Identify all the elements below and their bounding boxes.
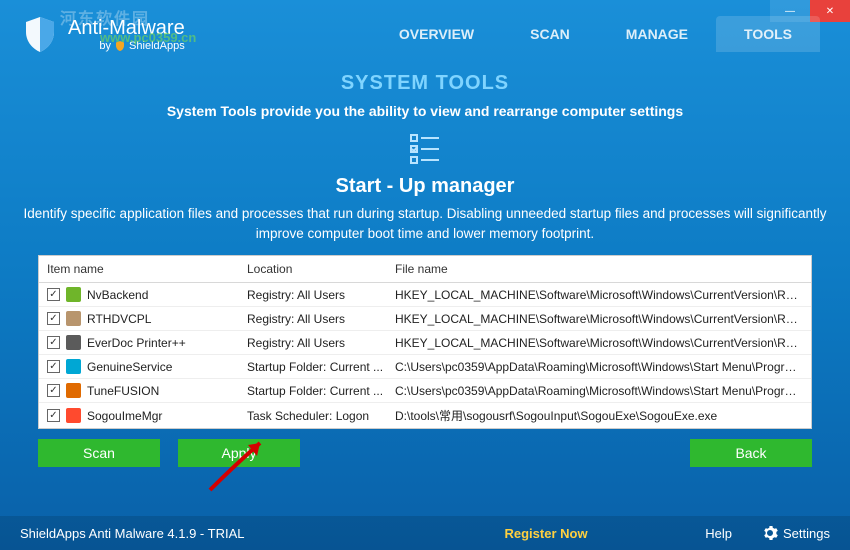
table-row[interactable]: ✓ RTHDVCPL Registry: All UsersHKEY_LOCAL_M… (39, 307, 811, 331)
item-location: Registry: All Users (247, 336, 395, 350)
app-icon (66, 287, 81, 302)
item-file: HKEY_LOCAL_MACHINE\Software\Microsoft\Wi… (395, 336, 803, 350)
item-file: D:\tools\常用\sogousrf\SogouInput\SogouExe… (395, 407, 803, 424)
checkbox[interactable]: ✓ (47, 312, 60, 325)
item-name: RTHDVCPL (87, 312, 151, 326)
checkbox[interactable]: ✓ (47, 288, 60, 301)
checklist-icon (407, 131, 443, 167)
item-name: TuneFUSION (87, 384, 159, 398)
tab-tools[interactable]: TOOLS (716, 16, 820, 52)
scan-button[interactable]: Scan (38, 439, 160, 467)
section-title: SYSTEM TOOLS (0, 72, 850, 95)
col-file-name[interactable]: File name (395, 262, 803, 276)
tab-manage[interactable]: MANAGE (598, 16, 716, 52)
checkbox[interactable]: ✓ (47, 384, 60, 397)
app-icon (66, 408, 81, 423)
item-name: GenuineService (87, 360, 172, 374)
feature-title: Start - Up manager (0, 175, 850, 198)
site-watermark: 河东软件园 (60, 5, 150, 29)
checkbox[interactable]: ✓ (47, 409, 60, 422)
help-link[interactable]: Help (705, 526, 732, 541)
section-subtitle: System Tools provide you the ability to … (0, 103, 850, 119)
item-file: HKEY_LOCAL_MACHINE\Software\Microsoft\Wi… (395, 312, 803, 326)
table-row[interactable]: ✓ EverDoc Printer++ Registry: All UsersHKE… (39, 331, 811, 355)
site-watermark-url: www.pc0359.cn (100, 30, 196, 45)
item-file: C:\Users\pc0359\AppData\Roaming\Microsof… (395, 360, 803, 374)
checkbox[interactable]: ✓ (47, 336, 60, 349)
table-row[interactable]: ✓ TuneFUSION Startup Folder: Current ...C:… (39, 379, 811, 403)
item-location: Registry: All Users (247, 288, 395, 302)
table-row[interactable]: ✓ GenuineService Startup Folder: Current .… (39, 355, 811, 379)
back-button[interactable]: Back (690, 439, 812, 467)
settings-link[interactable]: Settings (762, 525, 830, 541)
item-location: Registry: All Users (247, 312, 395, 326)
app-icon (66, 383, 81, 398)
app-icon (66, 335, 81, 350)
action-buttons: Scan Apply Back (0, 429, 850, 467)
startup-table: Item name Location File name ✓ NvBackend R… (38, 255, 812, 429)
item-location: Task Scheduler: Logon (247, 409, 395, 423)
col-location[interactable]: Location (247, 262, 395, 276)
col-item-name[interactable]: Item name (47, 262, 247, 276)
checkbox[interactable]: ✓ (47, 360, 60, 373)
app-icon (66, 359, 81, 374)
item-name: NvBackend (87, 288, 148, 302)
status-text: ShieldApps Anti Malware 4.1.9 - TRIAL (20, 526, 245, 541)
table-row[interactable]: ✓ SogouImeMgr Task Scheduler: LogonD:\tool… (39, 403, 811, 428)
tab-overview[interactable]: OVERVIEW (371, 16, 502, 52)
main-tabs: OVERVIEW SCAN MANAGE TOOLS (371, 16, 820, 52)
tab-scan[interactable]: SCAN (502, 16, 598, 52)
footer-bar: ShieldApps Anti Malware 4.1.9 - TRIAL Re… (0, 516, 850, 550)
item-name: SogouImeMgr (87, 409, 162, 423)
item-location: Startup Folder: Current ... (247, 384, 395, 398)
app-icon (66, 311, 81, 326)
settings-label: Settings (783, 526, 830, 541)
item-name: EverDoc Printer++ (87, 336, 186, 350)
table-row[interactable]: ✓ NvBackend Registry: All UsersHKEY_LOCAL_… (39, 283, 811, 307)
register-link[interactable]: Register Now (505, 526, 588, 541)
item-location: Startup Folder: Current ... (247, 360, 395, 374)
apply-button[interactable]: Apply (178, 439, 300, 467)
feature-icon-wrap (0, 131, 850, 167)
item-file: HKEY_LOCAL_MACHINE\Software\Microsoft\Wi… (395, 288, 803, 302)
shield-icon (20, 14, 60, 54)
feature-description: Identify specific application files and … (0, 204, 850, 243)
item-file: C:\Users\pc0359\AppData\Roaming\Microsof… (395, 384, 803, 398)
gear-icon (762, 525, 778, 541)
table-header: Item name Location File name (39, 256, 811, 283)
